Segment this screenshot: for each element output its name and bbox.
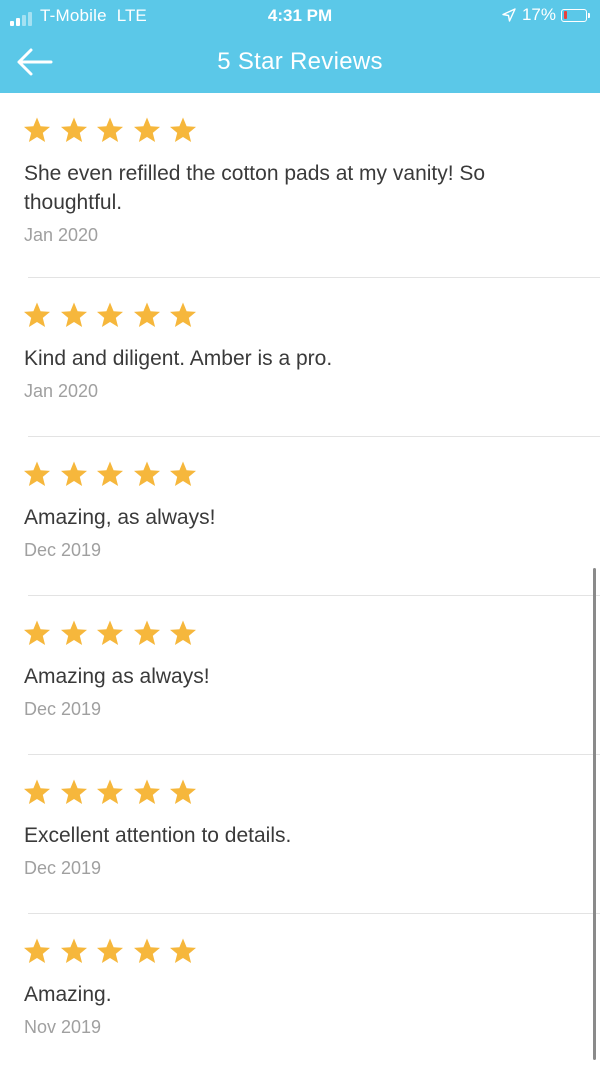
star-icon xyxy=(97,302,123,327)
star-icon xyxy=(97,461,123,486)
star-icon xyxy=(170,779,196,804)
review-text: Amazing as always! xyxy=(24,665,210,688)
review-text: Amazing, as always! xyxy=(24,506,216,529)
star-icon xyxy=(133,302,160,327)
star-icon xyxy=(60,779,87,804)
star-rating xyxy=(22,778,205,806)
status-right: 17% xyxy=(502,5,590,25)
star-rating xyxy=(22,619,205,647)
nav-bar: 5 Star Reviews xyxy=(0,32,600,93)
review-list: She even refilled the cotton pads at my … xyxy=(0,93,600,1067)
star-icon xyxy=(60,938,87,963)
review-text: Excellent attention to details. xyxy=(24,824,292,847)
page-title: 5 Star Reviews xyxy=(217,48,383,75)
star-icon xyxy=(24,302,50,327)
star-icon xyxy=(24,117,50,142)
star-icon xyxy=(133,779,160,804)
star-icon xyxy=(97,938,123,963)
review-date: Jan 2020 xyxy=(24,381,99,401)
status-bar: T-Mobile LTE 4:31 PM 17% xyxy=(0,0,600,32)
star-icon xyxy=(170,117,196,142)
star-icon xyxy=(24,938,50,963)
star-icon xyxy=(133,461,160,486)
review-item: Kind and diligent. Amber is a pro. Jan 20… xyxy=(0,278,600,437)
star-icon xyxy=(170,461,196,486)
review-date: Dec 2019 xyxy=(24,699,102,719)
review-date: Dec 2019 xyxy=(24,858,102,878)
review-date: Dec 2019 xyxy=(24,540,102,560)
screen: T-Mobile LTE 4:31 PM 17% 5 Star Reviews … xyxy=(0,0,600,1067)
star-icon xyxy=(97,117,123,142)
review-item: Amazing. Nov 2019 xyxy=(0,914,600,1067)
star-icon xyxy=(97,620,123,645)
review-item: Amazing as always! Dec 2019 xyxy=(0,596,600,755)
star-icon xyxy=(60,620,87,645)
star-rating xyxy=(22,460,205,488)
star-icon xyxy=(97,779,123,804)
review-text: Amazing. xyxy=(24,983,112,1006)
review-item: Excellent attention to details. Dec 2019 xyxy=(0,755,600,914)
battery-level xyxy=(563,11,567,19)
review-text: Kind and diligent. Amber is a pro. xyxy=(24,347,333,370)
location-arrow-icon xyxy=(502,8,516,22)
star-icon xyxy=(170,938,196,963)
scrollbar[interactable] xyxy=(593,568,596,1060)
star-icon xyxy=(60,461,87,486)
review-date: Nov 2019 xyxy=(24,1017,102,1037)
star-rating xyxy=(22,116,205,144)
star-icon xyxy=(133,117,160,142)
star-rating xyxy=(22,301,205,329)
star-icon xyxy=(24,779,50,804)
review-item: She even refilled the cotton pads at my … xyxy=(0,93,600,278)
battery-icon xyxy=(561,8,587,22)
star-icon xyxy=(24,620,50,645)
star-rating xyxy=(22,937,205,965)
star-icon xyxy=(133,938,160,963)
review-date: Jan 2020 xyxy=(24,225,99,245)
star-icon xyxy=(60,302,87,327)
battery-nub xyxy=(588,12,590,18)
review-text: She even refilled the cotton pads at my … xyxy=(24,162,486,214)
star-icon xyxy=(60,117,87,142)
star-icon xyxy=(24,461,50,486)
star-icon xyxy=(170,302,196,327)
review-item: Amazing, as always! Dec 2019 xyxy=(0,437,600,596)
star-icon xyxy=(170,620,196,645)
battery-percent: 17% xyxy=(521,5,556,24)
star-icon xyxy=(133,620,160,645)
